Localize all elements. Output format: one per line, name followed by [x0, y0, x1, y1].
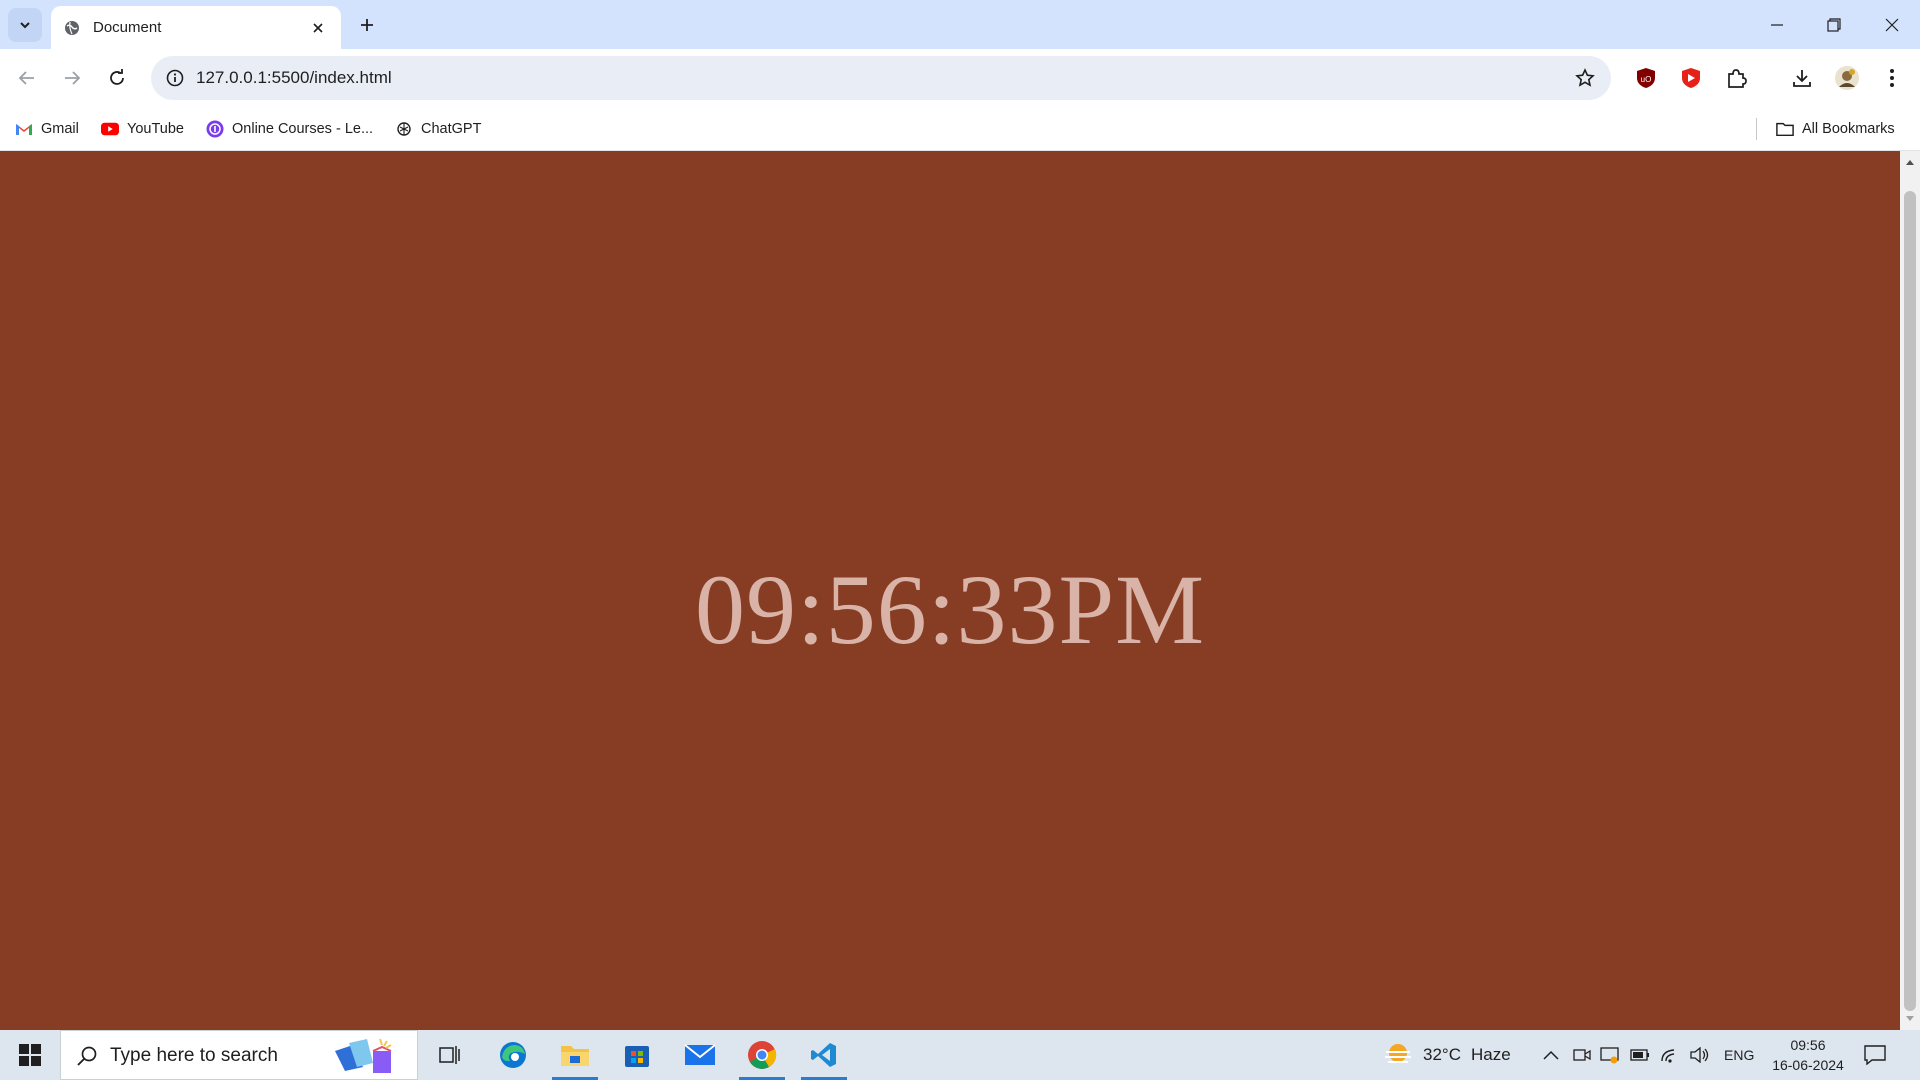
- plus-icon: [361, 19, 373, 31]
- weather-condition: Haze: [1470, 1045, 1511, 1064]
- start-button[interactable]: [0, 1030, 60, 1080]
- page-content: 09:56:33PM: [0, 151, 1900, 1030]
- taskbar-search-box[interactable]: Type here to search: [60, 1030, 418, 1080]
- minimize-button[interactable]: [1749, 0, 1805, 49]
- chevron-down-icon: [20, 22, 30, 29]
- close-tab-icon[interactable]: [307, 17, 329, 39]
- page-scrollbar[interactable]: [1900, 151, 1920, 1030]
- site-info-icon[interactable]: [161, 64, 189, 92]
- chrome-app[interactable]: [735, 1030, 789, 1080]
- bookmark-label: Gmail: [41, 121, 79, 137]
- scrollbar-thumb[interactable]: [1904, 191, 1916, 1011]
- store-app[interactable]: [610, 1030, 664, 1080]
- digital-clock: 09:56:33PM: [694, 554, 1206, 665]
- svg-text:uO: uO: [1641, 75, 1652, 84]
- scroll-down-icon[interactable]: [1900, 1010, 1920, 1028]
- arrow-left-icon: [18, 71, 34, 85]
- extensions-puzzle-icon[interactable]: [1720, 62, 1752, 94]
- vscode-app[interactable]: [797, 1030, 851, 1080]
- profile-avatar[interactable]: [1831, 62, 1863, 94]
- bookmark-star-icon[interactable]: [1571, 64, 1599, 92]
- file-explorer-app[interactable]: [548, 1030, 602, 1080]
- youtube-icon: [101, 120, 119, 138]
- chatgpt-icon: [395, 120, 413, 138]
- courses-icon: [206, 120, 224, 138]
- tab-search-button[interactable]: [8, 8, 42, 42]
- notification-center-icon[interactable]: [1862, 1042, 1888, 1068]
- meet-now-icon[interactable]: [1570, 1043, 1594, 1067]
- globe-icon: [63, 19, 81, 37]
- edge-icon: [500, 1042, 526, 1068]
- windows-taskbar: Type here to search 32°C Haze ENG 09:56 …: [0, 1030, 1920, 1080]
- reload-icon: [110, 69, 124, 85]
- minimize-icon: [1771, 23, 1783, 26]
- folder-explorer-icon: [561, 1046, 589, 1066]
- remote-desktop-icon[interactable]: [1598, 1043, 1622, 1067]
- task-view-icon: [439, 1046, 460, 1064]
- search-highlight-art: [335, 1038, 392, 1073]
- bookmark-gmail[interactable]: Gmail: [15, 116, 79, 142]
- wifi-icon[interactable]: [1658, 1043, 1682, 1067]
- battery-icon[interactable]: [1628, 1043, 1652, 1067]
- haze-weather-icon: [1385, 1044, 1411, 1063]
- mail-icon: [684, 1044, 716, 1065]
- edge-app[interactable]: [486, 1030, 540, 1080]
- weather-temp: 32°C: [1423, 1045, 1461, 1064]
- vscode-icon: [811, 1043, 836, 1067]
- restore-icon: [1827, 17, 1841, 32]
- restore-button[interactable]: [1806, 0, 1862, 49]
- folder-icon: [1776, 120, 1794, 138]
- bookmarks-bar: Gmail YouTube Online Courses - Le... Cha…: [0, 107, 1920, 151]
- weather-widget[interactable]: 32°C Haze: [1383, 1030, 1511, 1080]
- search-placeholder: Type here to search: [110, 1045, 278, 1066]
- arrow-right-icon: [65, 71, 81, 85]
- tray-chevron-up-icon[interactable]: [1539, 1043, 1563, 1067]
- bookmark-youtube[interactable]: YouTube: [101, 116, 184, 142]
- close-window-button[interactable]: [1864, 0, 1920, 49]
- close-icon: [1885, 18, 1899, 31]
- taskbar-clock[interactable]: 09:56 16-06-2024: [1766, 1035, 1850, 1075]
- back-button[interactable]: [10, 61, 44, 95]
- gmail-icon: [15, 120, 33, 138]
- scroll-up-icon[interactable]: [1900, 153, 1920, 171]
- all-bookmarks-button[interactable]: All Bookmarks: [1776, 116, 1895, 142]
- forward-button[interactable]: [55, 61, 89, 95]
- chrome-icon: [748, 1041, 777, 1069]
- mail-app[interactable]: [673, 1030, 727, 1080]
- tab-strip: Document: [0, 0, 1920, 49]
- active-tab[interactable]: Document: [51, 6, 341, 49]
- shield-play-icon[interactable]: [1675, 62, 1707, 94]
- browser-toolbar: 127.0.0.1:5500/index.html uO: [0, 49, 1920, 107]
- bookmark-chatgpt[interactable]: ChatGPT: [395, 116, 481, 142]
- menu-kebab-icon[interactable]: [1876, 62, 1908, 94]
- store-icon: [625, 1046, 649, 1067]
- download-icon[interactable]: [1786, 62, 1818, 94]
- address-bar[interactable]: 127.0.0.1:5500/index.html: [151, 56, 1611, 100]
- bookmarks-divider: [1756, 118, 1757, 140]
- bookmark-label: ChatGPT: [421, 121, 482, 137]
- search-icon: [75, 1044, 99, 1068]
- url-text[interactable]: 127.0.0.1:5500/index.html: [196, 56, 392, 100]
- bookmark-label: Online Courses - Le...: [232, 121, 374, 137]
- ublock-icon[interactable]: uO: [1630, 62, 1662, 94]
- taskbar-date: 16-06-2024: [1772, 1057, 1844, 1073]
- tab-title: Document: [93, 19, 162, 36]
- bookmark-label: YouTube: [127, 121, 184, 137]
- windows-logo-icon: [19, 1044, 41, 1066]
- volume-icon[interactable]: [1688, 1043, 1712, 1067]
- new-tab-button[interactable]: [352, 10, 382, 40]
- task-view-button[interactable]: [423, 1030, 477, 1080]
- reload-button[interactable]: [100, 61, 134, 95]
- all-bookmarks-label: All Bookmarks: [1802, 121, 1895, 137]
- input-language[interactable]: ENG: [1724, 1030, 1754, 1080]
- taskbar-time: 09:56: [1790, 1037, 1826, 1053]
- bookmark-online-courses[interactable]: Online Courses - Le...: [206, 116, 373, 142]
